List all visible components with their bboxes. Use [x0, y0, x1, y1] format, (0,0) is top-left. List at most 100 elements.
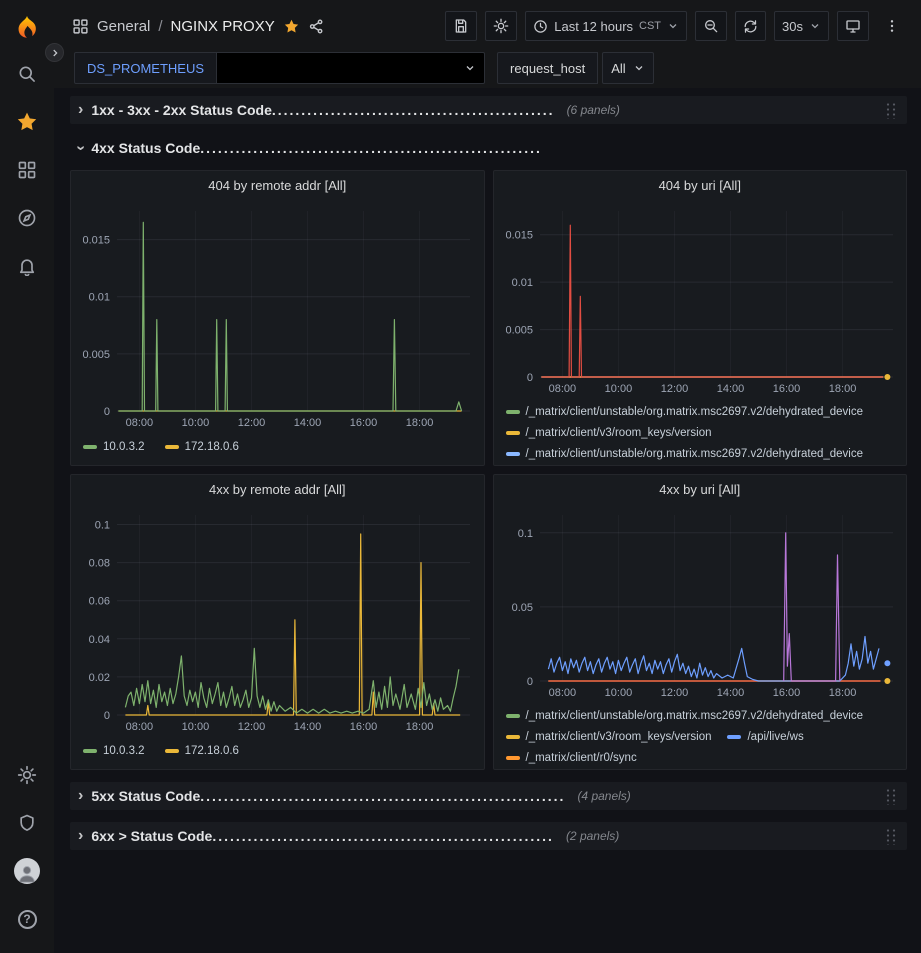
series-color-marker: [506, 714, 520, 718]
legend-item[interactable]: 10.0.3.2: [83, 438, 145, 455]
svg-text:10:00: 10:00: [182, 417, 210, 429]
legend-item[interactable]: /_matrix/client/v3/room_keys/version: [506, 728, 712, 745]
zoom-out-icon: [703, 18, 719, 34]
legend-item[interactable]: 172.18.0.6: [165, 742, 239, 759]
grafana-flame-icon: [12, 13, 42, 43]
zoom-out-button[interactable]: [695, 11, 727, 41]
row-5xx[interactable]: › 5xx Status Code ......................…: [70, 782, 907, 810]
refresh-interval-label: 30s: [782, 19, 803, 34]
tv-mode-button[interactable]: [837, 11, 869, 41]
row-1xx-3xx-2xx[interactable]: › 1xx - 3xx - 2xx Status Code ..........…: [70, 96, 907, 124]
sidebar-item-profile[interactable]: [0, 847, 54, 895]
row-title-dots: ........................................…: [272, 102, 555, 118]
favorite-star-icon[interactable]: [283, 18, 300, 35]
request-host-variable-select[interactable]: All: [602, 52, 654, 84]
chevron-down-icon: [667, 20, 679, 32]
panel-title[interactable]: 404 by remote addr [All]: [71, 171, 484, 201]
sidebar-expand-button[interactable]: [45, 43, 64, 62]
gear-icon: [17, 765, 37, 785]
series-label: /_matrix/client/v3/room_keys/version: [526, 731, 712, 743]
sidebar-item-explore[interactable]: [0, 194, 54, 242]
svg-text:08:00: 08:00: [548, 383, 576, 395]
panel-title[interactable]: 4xx by remote addr [All]: [71, 475, 484, 505]
sidebar-item-server-admin[interactable]: [0, 799, 54, 847]
svg-text:0: 0: [526, 676, 532, 688]
chevron-down-icon: [633, 62, 645, 74]
series-label: /_matrix/client/r0/sync: [526, 752, 637, 764]
sidebar-item-dashboards[interactable]: [0, 146, 54, 194]
monitor-icon: [845, 18, 861, 34]
svg-text:18:00: 18:00: [828, 687, 856, 699]
row-title: 6xx > Status Code: [91, 828, 212, 844]
datasource-variable-label: DS_PROMETHEUS: [74, 52, 217, 84]
breadcrumb-separator: /: [158, 18, 162, 35]
dashboard-grid-icon: [72, 18, 89, 35]
row-4xx[interactable]: › 4xx Status Code ......................…: [70, 136, 907, 160]
svg-text:08:00: 08:00: [548, 687, 576, 699]
row-title-dots: ........................................…: [212, 828, 554, 844]
legend-item[interactable]: /_matrix/client/r0/sync: [506, 749, 637, 766]
top-navbar: General / NGINX PROXY L: [54, 0, 921, 52]
series-color-marker: [165, 445, 179, 449]
save-dashboard-button[interactable]: [445, 11, 477, 41]
chevron-down-icon: ›: [73, 145, 89, 150]
sidebar-item-configuration[interactable]: [0, 751, 54, 799]
breadcrumb-dashboard-title[interactable]: NGINX PROXY: [171, 18, 275, 35]
share-icon[interactable]: [308, 18, 325, 35]
chevron-down-icon: [464, 62, 476, 74]
datasource-variable: DS_PROMETHEUS: [74, 52, 485, 84]
row-panel-count: (4 panels): [577, 789, 630, 803]
time-range-picker[interactable]: Last 12 hours CST: [525, 11, 687, 41]
toolbar-actions: Last 12 hours CST 30s: [445, 11, 907, 41]
sidebar-item-starred[interactable]: [0, 98, 54, 146]
svg-text:12:00: 12:00: [238, 721, 266, 733]
svg-text:10:00: 10:00: [604, 687, 632, 699]
breadcrumb-section[interactable]: General: [97, 18, 150, 35]
legend-item[interactable]: /_matrix/client/unstable/org.matrix.msc2…: [506, 707, 864, 724]
legend-item[interactable]: /api/live/ws: [727, 728, 803, 745]
row-drag-handle[interactable]: [884, 827, 897, 845]
search-icon: [17, 64, 37, 84]
legend-item[interactable]: /_matrix/client/unstable/org.matrix.msc2…: [506, 445, 864, 462]
time-range-label: Last 12 hours: [554, 19, 633, 34]
series-label: 172.18.0.6: [185, 745, 239, 757]
series-color-marker: [506, 410, 520, 414]
grafana-logo[interactable]: [0, 6, 54, 50]
legend-item[interactable]: /_matrix/client/v3/room_keys/version: [506, 424, 712, 441]
kebab-menu-button[interactable]: [877, 11, 907, 41]
row-title: 4xx Status Code: [91, 140, 200, 156]
series-label: /_matrix/client/unstable/org.matrix.msc2…: [526, 448, 864, 460]
svg-text:0.01: 0.01: [89, 292, 110, 304]
sidebar-item-help[interactable]: ?: [0, 895, 54, 943]
svg-text:14:00: 14:00: [294, 417, 322, 429]
dashboard-settings-button[interactable]: [485, 11, 517, 41]
panel-4xx-by-uri: 4xx by uri [All] 00.050.108:0010:0012:00…: [493, 474, 908, 770]
chevron-right-icon: ›: [78, 828, 83, 844]
sidebar: ?: [0, 0, 54, 953]
row-drag-handle[interactable]: [884, 787, 897, 805]
datasource-variable-select[interactable]: [217, 52, 485, 84]
svg-text:0.08: 0.08: [89, 558, 110, 570]
chevron-right-icon: [50, 48, 60, 58]
legend-item[interactable]: /_matrix/client/unstable/org.matrix.msc2…: [506, 403, 864, 420]
panel-title[interactable]: 404 by uri [All]: [494, 171, 907, 201]
svg-text:0.005: 0.005: [505, 325, 533, 337]
svg-text:12:00: 12:00: [660, 383, 688, 395]
variables-toolbar: DS_PROMETHEUS request_host All: [54, 52, 921, 88]
row-drag-handle[interactable]: [884, 101, 897, 119]
panel-title[interactable]: 4xx by uri [All]: [494, 475, 907, 505]
panel-legend: 10.0.3.2 172.18.0.6: [71, 740, 484, 769]
svg-text:14:00: 14:00: [294, 721, 322, 733]
panel-legend: /_matrix/client/unstable/org.matrix.msc2…: [494, 705, 907, 769]
panel-4xx-by-remote-addr: 4xx by remote addr [All] 00.020.040.060.…: [70, 474, 485, 770]
legend-item[interactable]: 10.0.3.2: [83, 742, 145, 759]
sidebar-item-alerting[interactable]: [0, 242, 54, 290]
request-host-variable-value: All: [611, 61, 625, 76]
legend-item[interactable]: 172.18.0.6: [165, 438, 239, 455]
row-title: 1xx - 3xx - 2xx Status Code: [91, 102, 272, 118]
refresh-button[interactable]: [735, 11, 766, 41]
chevron-down-icon: [809, 20, 821, 32]
refresh-interval-dropdown[interactable]: 30s: [774, 11, 829, 41]
svg-text:16:00: 16:00: [350, 721, 378, 733]
row-6xx[interactable]: › 6xx > Status Code ....................…: [70, 822, 907, 850]
